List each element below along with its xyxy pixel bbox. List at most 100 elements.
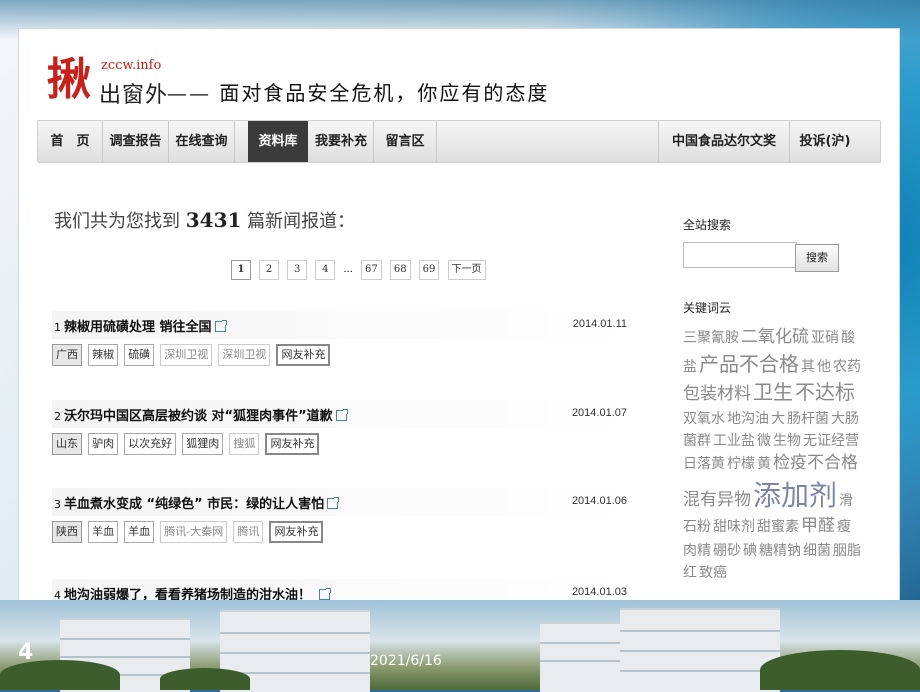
keyword-cloud-item[interactable]: 工业盐 [713,433,755,449]
external-link-icon[interactable] [335,409,348,421]
webpage-screenshot: 揪 zccw.info 出窗外 —— 面对食品安全危机，你应有的态度 首 页 调… [18,28,900,602]
keyword-cloud-item[interactable]: 地沟油 [727,411,769,427]
tag-region[interactable]: 山东 [52,433,82,455]
nav-item-reports[interactable]: 调查报告 [103,121,169,162]
result-count-prefix: 我们共为您找到 [54,211,180,232]
keyword-cloud-item[interactable]: 致癌 [699,565,727,581]
tag-region[interactable]: 广西 [52,344,82,366]
keyword-cloud-item[interactable]: 产品不合格 [699,352,799,376]
tag-region[interactable]: 陕西 [52,521,82,543]
search-button[interactable]: 搜索 [795,244,839,272]
keyword-cloud-item[interactable]: 混有异物 [683,490,751,510]
page-link-2[interactable]: 2 [259,259,280,280]
keyword-cloud-item[interactable]: 柠檬 [727,456,755,472]
keyword-cloud-item[interactable]: 甲醛 [801,516,835,536]
keyword-cloud-item[interactable]: 硼砂 [713,543,741,559]
result-count-suffix: 篇新闻报道： [247,211,356,232]
keyword-cloud-item[interactable]: 甜蜜素 [757,519,799,535]
tag-item[interactable]: 硫磺 [124,344,155,366]
article-number: 2 [54,410,61,423]
tag-item[interactable]: 以次充好 [124,433,177,455]
article-title[interactable]: 3 羊血煮水变成 “纯绿色” 市民：绿的让人害怕 [54,493,340,512]
article-title-text[interactable]: 羊血煮水变成 “纯绿色” 市民：绿的让人害怕 [64,497,324,512]
tag-source[interactable]: 搜狐 [229,433,260,455]
slide-number: 4 [18,640,34,665]
page-link-68[interactable]: 68 [389,259,411,280]
tag-user-supplement[interactable]: 网友补充 [265,433,320,455]
site-logo-url[interactable]: zccw.info [101,58,161,73]
tag-source[interactable]: 深圳卫视 [218,344,271,366]
keyword-cloud-item[interactable]: 其 [801,359,815,375]
keyword-cloud-item[interactable]: 无证经营 [803,433,859,449]
keyword-cloud-item[interactable]: 肠杆菌 [787,411,829,427]
keyword-cloud-item[interactable]: 检疫不合格 [773,453,858,473]
site-logo-name[interactable]: 出窗外 [99,77,168,109]
keyword-cloud-item[interactable]: 黄 [757,456,771,472]
page-link-3[interactable]: 3 [287,259,308,280]
article-title-text[interactable]: 辣椒用硫磺处理 销往全国 [64,320,212,335]
nav-item-complaint[interactable]: 投诉(沪) [789,121,861,162]
tag-user-supplement[interactable]: 网友补充 [269,521,324,543]
tag-source[interactable]: 腾讯 [233,521,264,543]
tag-item[interactable]: 狐狸肉 [182,433,224,455]
keyword-cloud-item[interactable]: 卫生 [753,380,793,404]
nav-item-darwin-award[interactable]: 中国食品达尔文奖 [658,121,790,162]
tag-item[interactable]: 辣椒 [88,344,119,366]
page-link-69[interactable]: 69 [418,259,440,280]
nav-item-message-board[interactable]: 留言区 [374,121,437,162]
keyword-cloud-item[interactable]: 日落黄 [683,456,725,472]
site-logo-mark[interactable]: 揪 [47,51,99,109]
keyword-cloud-item[interactable]: 二氧化硫 [741,327,809,347]
tag-user-supplement[interactable]: 网友补充 [276,344,331,366]
article-date: 2014.01.03 [571,586,627,598]
article-item: 3 羊血煮水变成 “纯绿色” 市民：绿的让人害怕 2014.01.06 陕西 羊血… [52,488,632,543]
keyword-cloud-item[interactable]: 不达标 [795,380,855,404]
keyword-cloud-item[interactable]: 添加剂 [753,479,837,512]
external-link-icon[interactable] [214,320,227,332]
article-item: 1 辣椒用硫磺处理 销往全国 2014.01.11 广西 辣椒 硫磺 深圳卫视 深… [52,311,632,366]
article-title-text[interactable]: 沃尔玛中国区高层被约谈 对“狐狸肉事件”道歉 [64,409,333,424]
article-tags: 陕西 羊血 羊血 腾讯-大秦网 腾讯 网友补充 [52,521,632,543]
nav-item-home[interactable]: 首 页 [38,121,103,162]
keyword-cloud: 三聚氰胺 二氧化硫 亚硝 酸盐 产品不合格其他农药包装材料 卫生 不达标双氧水 地沟油大肠杆菌… [683,326,863,601]
keyword-cloud-item[interactable]: 生物 [773,433,801,449]
keyword-cloud-item[interactable]: 微 [757,433,771,449]
article-title[interactable]: 2 沃尔玛中国区高层被约谈 对“狐狸肉事件”道歉 [54,405,348,424]
keyword-cloud-item[interactable]: 糖精钠 [759,543,801,559]
external-link-icon[interactable] [327,497,340,509]
tag-source[interactable]: 深圳卫视 [160,344,213,366]
main-nav: 首 页 调查报告 在线查询 资料库 我要补充 留言区 中国食品达尔文奖 投诉(沪… [37,120,881,163]
keyword-cloud-item[interactable]: 细菌 [803,543,831,559]
keyword-cloud-item[interactable]: 亚硝 [811,330,839,346]
article-title[interactable]: 1 辣椒用硫磺处理 销往全国 [54,316,227,335]
tag-source[interactable]: 腾讯-大秦网 [160,521,228,543]
pagination: 1 2 3 4 ... 67 68 69 下一页 [231,259,489,280]
nav-item-online-query[interactable]: 在线查询 [169,121,235,162]
keyword-cloud-item[interactable]: 碘 [743,543,757,559]
article-header: 4 地沟油弱爆了，看看养猪场制造的泔水油！ 2014.01.03 [52,579,632,601]
keyword-cloud-item[interactable]: 甜味剂 [713,519,755,535]
site-slogan: —— 面对食品安全危机，你应有的态度 [167,77,550,106]
nav-item-contribute[interactable]: 我要补充 [309,121,374,162]
page-link-4[interactable]: 4 [315,259,336,280]
tag-item[interactable]: 驴肉 [88,433,119,455]
tag-item[interactable]: 羊血 [88,521,119,543]
keyword-cloud-item[interactable]: 包装材料 [683,384,751,404]
keyword-cloud-item[interactable]: 他 [817,359,831,375]
keyword-cloud-item[interactable]: 农药 [833,359,861,375]
keyword-cloud-item[interactable]: 三聚氰胺 [683,330,739,346]
keyword-cloud-item[interactable]: 双氧水 [683,411,725,427]
keyword-cloud-item[interactable]: 大 [771,411,785,427]
external-link-icon[interactable] [319,588,332,600]
tag-item[interactable]: 羊血 [124,521,155,543]
page-link-67[interactable]: 67 [361,259,382,280]
page-link-1[interactable]: 1 [231,259,251,280]
page-ellipsis: ... [343,264,353,275]
slide-footer-image [0,600,920,692]
slogan-text: —— 面对食品安全危机，你应有的态度 [167,81,550,105]
next-page-link[interactable]: 下一页 [447,259,486,280]
search-label: 全站搜索 [683,218,732,232]
nav-item-database[interactable]: 资料库 [248,121,308,162]
article-date: 2014.01.11 [572,318,627,330]
site-search-input[interactable] [683,242,797,268]
